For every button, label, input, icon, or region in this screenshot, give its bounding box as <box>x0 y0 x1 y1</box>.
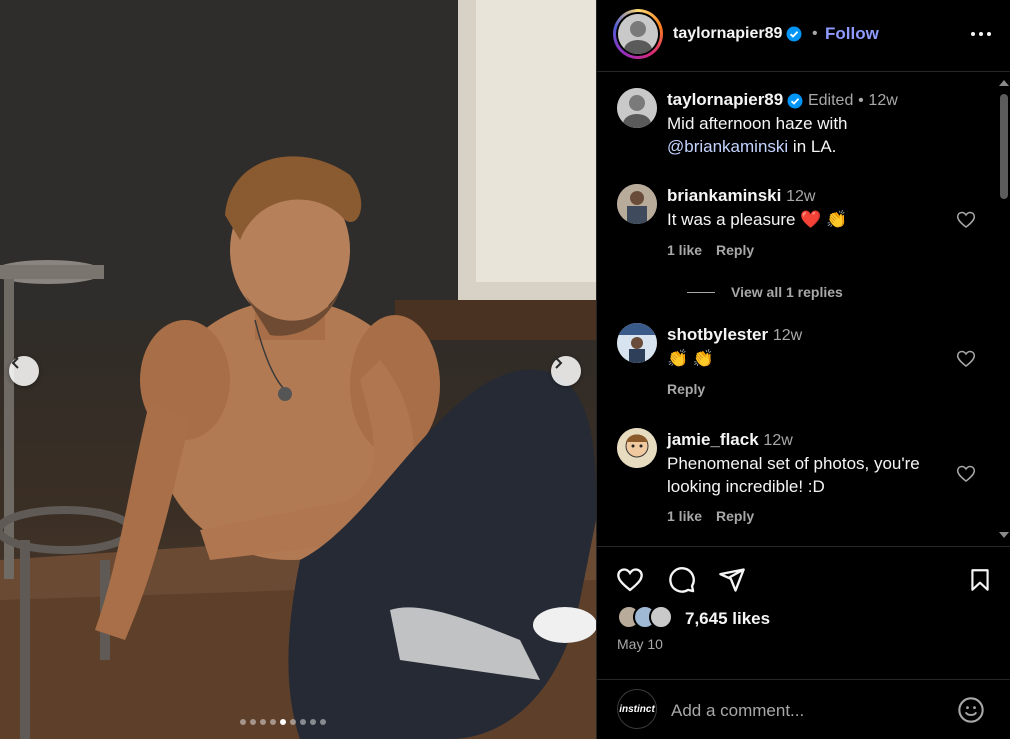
photo-illustration <box>0 0 596 739</box>
like-button[interactable] <box>615 565 645 595</box>
comment-reply-button[interactable]: Reply <box>716 242 754 258</box>
caption-username[interactable]: taylornapier89 <box>667 90 783 109</box>
next-photo-button[interactable] <box>551 356 581 386</box>
comment-like-count[interactable]: 1 like <box>667 242 702 258</box>
comment-text: It was a pleasure ❤️ 👏 <box>667 210 848 229</box>
carousel-dot-active <box>280 719 286 725</box>
comments-scrollbar[interactable] <box>996 72 1010 546</box>
post-caption: taylornapier89 Edited • 12w Mid afternoo… <box>617 88 997 158</box>
comment-button[interactable] <box>667 565 697 595</box>
follow-button[interactable]: Follow <box>825 24 879 44</box>
edited-label: Edited <box>807 92 854 109</box>
chevron-left-icon <box>11 357 19 369</box>
current-user-avatar: instinct <box>617 689 657 729</box>
author-username-text: taylornapier89 <box>673 25 783 42</box>
comment-icon <box>669 567 695 593</box>
emoji-button[interactable] <box>957 696 987 726</box>
commenter-avatar[interactable] <box>617 428 657 468</box>
post-header: taylornapier89 • Follow <box>597 0 1010 72</box>
post-date[interactable]: May 10 <box>617 636 663 652</box>
carousel-dots <box>240 719 326 725</box>
comment-reply-button[interactable]: Reply <box>716 508 754 524</box>
comment-like-heart-icon[interactable] <box>956 464 976 484</box>
comments-list[interactable]: taylornapier89 Edited • 12w Mid afternoo… <box>597 72 997 546</box>
scroll-up-arrow-icon[interactable] <box>999 80 1009 86</box>
share-button[interactable] <box>717 565 747 595</box>
author-avatar-image <box>618 14 658 54</box>
comment-text: Phenomenal set of photos, you're looking… <box>667 454 920 496</box>
author-avatar[interactable] <box>613 9 663 59</box>
post-details-panel: taylornapier89 • Follow taylornapier89 E… <box>596 0 1010 739</box>
carousel-dot <box>300 719 306 725</box>
carousel-dot <box>250 719 256 725</box>
view-replies-button[interactable]: View all 1 replies <box>687 284 947 300</box>
carousel-dot <box>240 719 246 725</box>
post-photo[interactable] <box>0 0 596 739</box>
caption-avatar[interactable] <box>617 88 657 128</box>
comment-age: 12w <box>763 432 793 449</box>
add-comment-bar: instinct <box>597 679 1010 739</box>
commenter-avatar[interactable] <box>617 184 657 224</box>
liker-avatar <box>649 605 673 629</box>
add-comment-input[interactable] <box>671 698 931 724</box>
comment-item: briankaminski 12w It was a pleasure ❤️ 👏… <box>617 184 997 324</box>
comment-age: 12w <box>786 188 816 205</box>
verified-badge-icon <box>787 93 803 109</box>
scroll-down-arrow-icon[interactable] <box>999 532 1009 538</box>
commenter-avatar[interactable] <box>617 323 657 363</box>
bookmark-icon <box>971 569 989 591</box>
comment-age: 12w <box>772 327 803 344</box>
carousel-dot <box>260 719 266 725</box>
carousel-dot <box>320 719 326 725</box>
comment-reply-button[interactable]: Reply <box>667 381 705 397</box>
liked-by-avatars[interactable] <box>617 605 681 631</box>
carousel-dot <box>290 719 296 725</box>
comment-like-heart-icon[interactable] <box>956 210 976 230</box>
comment-item: shotbylester 12w 👏 👏 Reply <box>617 323 997 403</box>
emoji-smiley-icon <box>958 697 984 723</box>
likes-count[interactable]: 7,645 likes <box>685 609 770 629</box>
more-options-icon <box>971 32 991 36</box>
replies-divider <box>687 291 715 293</box>
comment-item: jamie_flack 12w Phenomenal set of photos… <box>617 428 997 538</box>
previous-photo-button[interactable] <box>9 356 39 386</box>
caption-mention-link[interactable]: @briankaminski <box>667 137 788 156</box>
caption-text-after: in LA. <box>788 137 837 156</box>
chevron-right-icon <box>555 357 563 369</box>
comment-like-count[interactable]: 1 like <box>667 508 702 524</box>
caption-age: 12w <box>868 92 898 109</box>
carousel-dot <box>310 719 316 725</box>
save-button[interactable] <box>965 565 995 595</box>
scrollbar-thumb[interactable] <box>1000 94 1008 199</box>
header-separator: • <box>812 25 818 42</box>
comment-username[interactable]: jamie_flack <box>667 430 759 449</box>
verified-badge-icon <box>786 26 802 42</box>
author-username[interactable]: taylornapier89 <box>673 25 802 43</box>
comment-like-heart-icon[interactable] <box>956 349 976 369</box>
carousel-dot <box>270 719 276 725</box>
heart-icon <box>617 568 643 592</box>
more-options-button[interactable] <box>969 22 993 46</box>
comment-text: 👏 👏 <box>667 349 715 368</box>
share-icon <box>719 568 745 592</box>
meta-separator: • <box>858 92 864 109</box>
comment-username[interactable]: shotbylester <box>667 325 768 344</box>
post-actions-section: 7,645 likes May 10 instinct <box>597 546 1010 739</box>
caption-text: Mid afternoon haze with <box>667 114 848 133</box>
comment-username[interactable]: briankaminski <box>667 186 781 205</box>
view-replies-label: View all 1 replies <box>731 284 843 300</box>
